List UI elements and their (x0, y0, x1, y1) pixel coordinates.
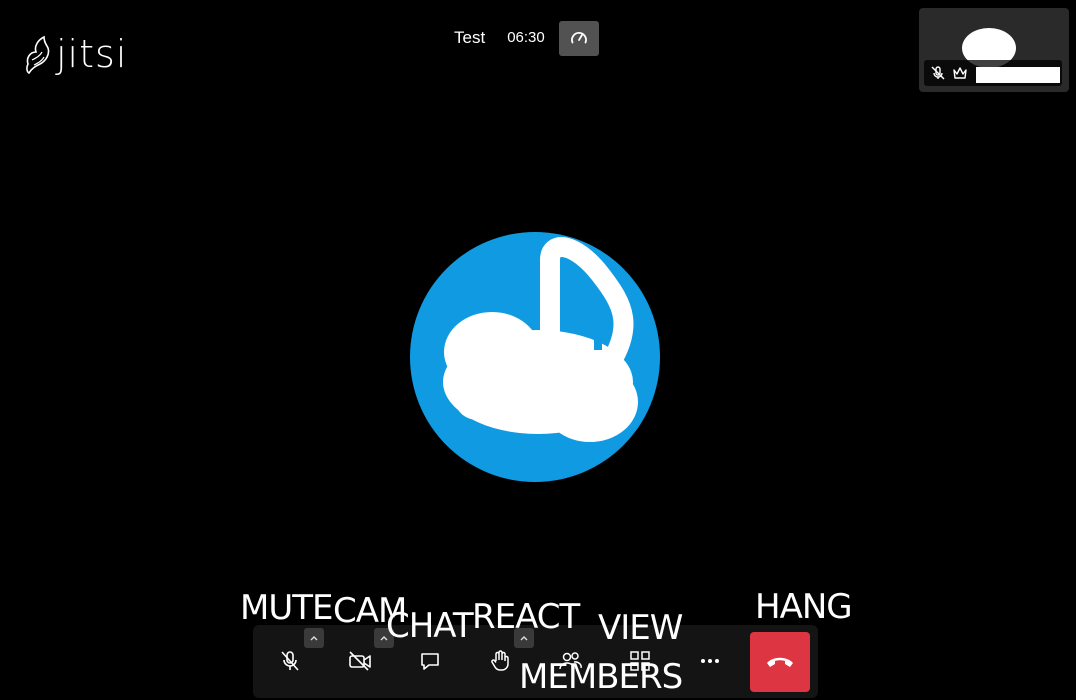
local-video-thumbnail[interactable] (919, 8, 1069, 92)
meeting-timer: 06:30 (507, 29, 545, 46)
connection-stats-button[interactable] (558, 20, 599, 56)
label-members: MEMBERS (519, 657, 683, 697)
crown-icon (953, 67, 967, 79)
participant-avatar (410, 232, 660, 482)
camera-button[interactable] (336, 637, 384, 685)
participant-name-redacted (976, 67, 1060, 83)
hand-icon (491, 650, 509, 671)
phone-hangup-icon (767, 657, 793, 667)
jitsi-wordmark: jitsi (56, 32, 128, 76)
label-chat: CHAT (386, 606, 474, 646)
label-view: VIEW (598, 608, 683, 648)
label-mute: MUTE (240, 588, 333, 628)
thumbnail-status-bar (924, 60, 1062, 86)
microphone-off-icon (281, 651, 299, 671)
meeting-title: Test (454, 28, 486, 47)
raise-hand-button[interactable] (476, 637, 524, 685)
microphone-off-icon (931, 66, 945, 80)
more-icon (701, 659, 719, 663)
speedometer-icon (570, 32, 587, 44)
more-actions-button[interactable] (686, 637, 734, 685)
label-hang: HANG (755, 587, 853, 627)
conference-info-bar: Test 06:30 (440, 20, 599, 56)
jitsi-bird-icon (26, 35, 50, 74)
hangup-button[interactable] (750, 632, 810, 692)
mute-button[interactable] (266, 637, 314, 685)
label-react: REACT (472, 597, 580, 637)
chat-icon (421, 653, 439, 670)
jitsi-logo: jitsi (24, 34, 127, 74)
camera-off-icon (349, 651, 371, 671)
